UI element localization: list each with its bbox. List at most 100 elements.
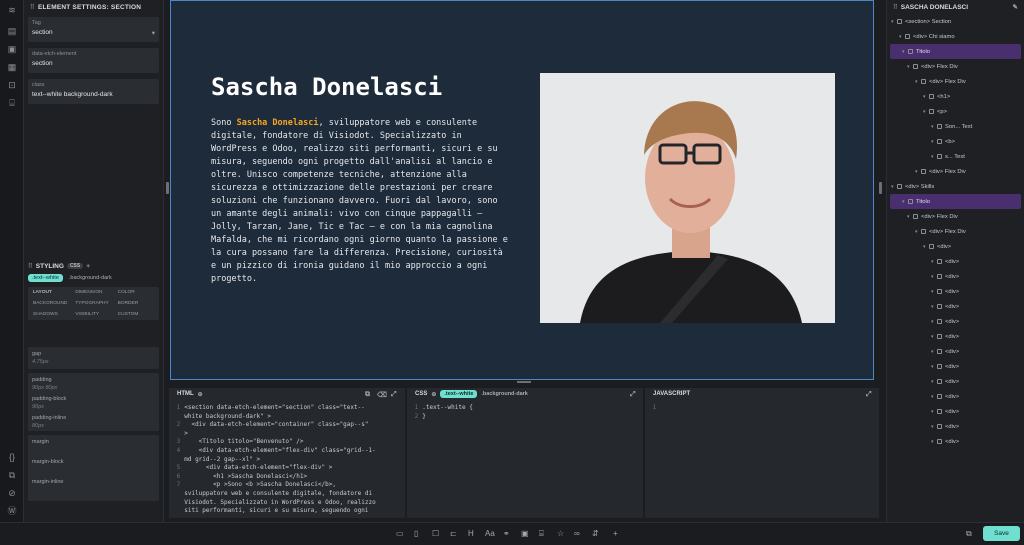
loop-icon[interactable]: ∞	[574, 529, 580, 538]
section-icon[interactable]: ▭	[396, 529, 404, 538]
class-chip[interactable]: .text--white	[440, 390, 478, 398]
tree-row[interactable]: ▾ <div>	[887, 284, 1024, 299]
expand-icon[interactable]: ⤢	[391, 391, 397, 399]
tree-row[interactable]: ▾ <div>	[887, 434, 1024, 449]
container-icon[interactable]: ▯	[414, 529, 418, 538]
class-chip[interactable]: .text--white	[28, 274, 63, 282]
pages-icon[interactable]: ▤	[7, 26, 17, 36]
padding-field[interactable]: padding 90px 80px padding-block 90px paddi…	[28, 373, 159, 431]
tree-row[interactable]: ▾ <section> Section	[887, 14, 1024, 29]
tab-dimension[interactable]: DIMENSION	[72, 290, 114, 295]
tree-row-label: <div> Flex Div	[921, 63, 958, 70]
tree-row[interactable]: ▾ <div>	[887, 314, 1024, 329]
etch-element-field[interactable]: data-etch-element section	[28, 48, 159, 73]
add-icon[interactable]: ⊕	[431, 391, 436, 398]
preview-canvas[interactable]: Sascha Donelasci Sono Sascha Donelasci, …	[170, 0, 874, 380]
add-icon[interactable]: +	[86, 263, 90, 270]
tree-row[interactable]: ▾ <div>	[887, 254, 1024, 269]
tree-row[interactable]: ▾ <div> Chi siamo	[887, 29, 1024, 44]
gap-field[interactable]: gap 4.75px	[28, 347, 159, 369]
tab-border[interactable]: BORDER	[115, 301, 157, 306]
tree-row[interactable]: ▾ <div>	[887, 299, 1024, 314]
tab-layout[interactable]: LAYOUT	[30, 290, 72, 295]
tree-row[interactable]: ▾ <div>	[887, 389, 1024, 404]
tree-row[interactable]: ▾ <p>	[887, 104, 1024, 119]
tree-row[interactable]: ▾ <div> Flex Div	[887, 74, 1024, 89]
code-icon[interactable]: ⌸	[539, 529, 544, 539]
tag-select[interactable]: Tag section	[28, 17, 159, 42]
tree-row[interactable]: ▾ s... Text	[887, 149, 1024, 164]
tree-row[interactable]: ▾ <div>	[887, 329, 1024, 344]
wordpress-icon[interactable]: Ⓦ	[7, 506, 17, 516]
tree-row[interactable]: ▾ Titolo	[890, 194, 1021, 209]
image-icon[interactable]: ▣	[521, 529, 529, 538]
tree-row-label: <div>	[945, 378, 960, 385]
trash-icon[interactable]: ⌫	[377, 391, 387, 399]
resize-handle[interactable]	[517, 381, 531, 383]
condition-icon[interactable]: ⇵	[592, 529, 599, 538]
link-icon[interactable]: ⚭	[503, 529, 510, 538]
tree-row[interactable]: ▾ Son... Text	[887, 119, 1024, 134]
tree-row[interactable]: ▾ <h1>	[887, 89, 1024, 104]
layout-icon[interactable]: ▦	[7, 62, 17, 72]
tree-row[interactable]: ▾ <div>	[887, 359, 1024, 374]
tree-row[interactable]: ▾ <div> Flex Div	[887, 164, 1024, 179]
resize-handle[interactable]	[879, 182, 882, 194]
flex-icon[interactable]: ⊏	[450, 529, 457, 538]
tree-row[interactable]: ▾ <div> Skills	[887, 179, 1024, 194]
tab-background[interactable]: BACKGROUND	[30, 301, 72, 306]
tree-row[interactable]: ▾ <div>	[887, 269, 1024, 284]
css-code-editor[interactable]: 1 .text--white { 2}	[407, 400, 643, 518]
class-field[interactable]: class text--white background-dark	[28, 79, 159, 104]
tree-row-label: s... Text	[945, 153, 965, 160]
tree-row[interactable]: ▾ <div>	[887, 404, 1024, 419]
html-code-editor[interactable]: 1 <section data-etch-element="section" cl…	[169, 400, 405, 518]
tab-color[interactable]: COLOR	[115, 290, 157, 295]
components-icon[interactable]: ⧉	[7, 470, 17, 480]
code-line: 4 <div data-etch-element="flex-div" clas…	[173, 447, 401, 456]
tree-row[interactable]: ▾ <div>	[887, 374, 1024, 389]
edit-icon[interactable]: ✎	[1013, 3, 1018, 11]
tree-row[interactable]: ▾ <div> Flex Div	[887, 224, 1024, 239]
drag-handle-icon[interactable]: ⠿	[28, 262, 33, 270]
tab-visibility[interactable]: VISIBILITY	[72, 312, 114, 317]
lock-icon[interactable]: ⊡	[7, 80, 17, 90]
eye-off-icon[interactable]: ⊘	[7, 488, 17, 498]
class-chip[interactable]: .background-dark	[69, 275, 112, 281]
add-icon[interactable]: ⊕	[198, 391, 203, 398]
heading-icon[interactable]: H	[468, 529, 474, 538]
js-code-editor[interactable]: 1	[645, 400, 879, 518]
css-badge[interactable]: CSS	[66, 263, 84, 269]
expand-icon[interactable]: ⤢	[630, 391, 636, 399]
tab-typography[interactable]: TYPOGRAPHY	[72, 301, 114, 306]
tree-row[interactable]: ▾ <b>	[887, 134, 1024, 149]
tree-row-label: Titolo	[916, 198, 930, 205]
drag-handle-icon[interactable]: ⠿	[30, 3, 35, 11]
resize-handle[interactable]	[166, 182, 169, 194]
expand-icon[interactable]: ⤢	[866, 391, 872, 399]
text-icon[interactable]: Aa	[485, 529, 495, 538]
code-text: siti performanti, sicuri e su misura, se…	[184, 507, 369, 515]
tree-row[interactable]: ▾ <div>	[887, 344, 1024, 359]
code-line: Visiodot. Specializzato in WordPress e O…	[173, 499, 401, 508]
logo-icon[interactable]: ≋	[7, 5, 17, 15]
class-chip[interactable]: .background-dark	[481, 391, 527, 397]
drag-handle-icon[interactable]: ⠿	[893, 3, 898, 11]
add-icon[interactable]: +	[613, 529, 618, 538]
code-bracket-icon[interactable]: ⌸	[7, 98, 17, 108]
tree-row[interactable]: ▾ <div>	[887, 419, 1024, 434]
copy-icon[interactable]: ⧉	[365, 391, 370, 399]
tree-row[interactable]: ▾ <div> Flex Div	[887, 209, 1024, 224]
image-icon[interactable]: ▣	[7, 44, 17, 54]
curly-braces-icon[interactable]: {}	[7, 452, 17, 462]
tab-shadows[interactable]: SHADOWS	[30, 312, 72, 317]
tree-row[interactable]: ▾ <div> Flex Div	[887, 59, 1024, 74]
star-icon[interactable]: ☆	[557, 529, 564, 538]
tab-custom[interactable]: CUSTOM	[115, 312, 157, 317]
div-icon[interactable]: ☐	[432, 529, 439, 538]
tree-row[interactable]: ▾ Titolo	[890, 44, 1021, 59]
external-link-icon[interactable]: ⧉	[966, 529, 972, 539]
margin-field[interactable]: margin margin-block margin-inline	[28, 435, 159, 501]
tree-row[interactable]: ▾ <div>	[887, 239, 1024, 254]
save-button[interactable]: Save	[983, 526, 1020, 541]
